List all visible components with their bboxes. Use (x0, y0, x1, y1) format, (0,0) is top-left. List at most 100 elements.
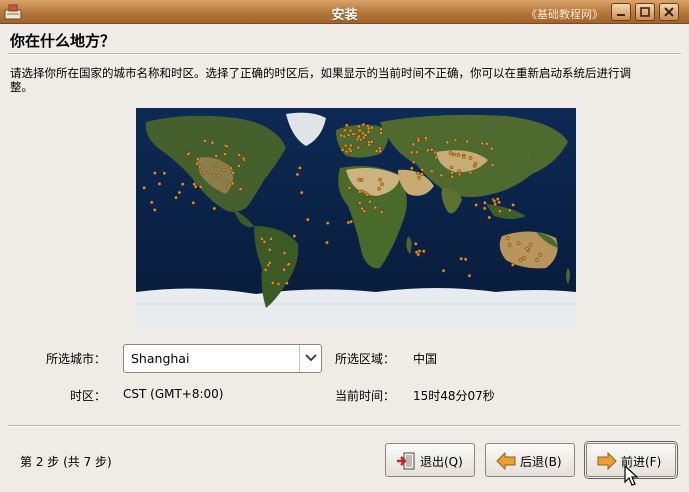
city-marker[interactable] (525, 246, 530, 251)
city-marker[interactable] (192, 182, 197, 186)
city-marker[interactable] (473, 161, 478, 166)
city-marker[interactable] (463, 257, 468, 262)
city-marker[interactable] (142, 186, 146, 190)
city-marker[interactable] (411, 160, 416, 164)
city-marker[interactable] (450, 174, 455, 179)
city-marker[interactable] (409, 150, 414, 155)
city-marker[interactable] (370, 140, 374, 144)
city-marker[interactable] (157, 182, 162, 186)
city-marker[interactable] (343, 143, 348, 148)
city-marker[interactable] (416, 171, 420, 175)
city-marker[interactable] (191, 201, 196, 205)
city-marker[interactable] (344, 123, 349, 128)
city-marker[interactable] (284, 281, 289, 285)
city-marker[interactable] (229, 166, 233, 171)
city-marker[interactable] (420, 167, 425, 172)
city-marker[interactable] (212, 206, 217, 211)
city-marker[interactable] (417, 175, 421, 180)
city-marker[interactable] (493, 202, 498, 206)
city-marker[interactable] (457, 169, 462, 174)
city-marker[interactable] (379, 127, 383, 132)
city-marker[interactable] (344, 149, 349, 154)
city-marker[interactable] (487, 215, 492, 220)
city-marker[interactable] (202, 170, 207, 175)
city-marker[interactable] (505, 236, 510, 240)
city-marker[interactable] (378, 177, 382, 182)
city-marker[interactable] (162, 171, 167, 176)
city-marker[interactable] (365, 192, 370, 197)
city-marker[interactable] (457, 172, 462, 176)
city-marker[interactable] (366, 130, 371, 134)
city-marker[interactable] (538, 252, 543, 257)
city-marker[interactable] (425, 148, 430, 153)
city-marker[interactable] (153, 171, 157, 175)
city-marker[interactable] (456, 153, 461, 157)
city-marker[interactable] (356, 134, 361, 139)
city-marker[interactable] (459, 256, 464, 261)
city-marker[interactable] (270, 281, 275, 285)
city-marker[interactable] (462, 155, 466, 159)
city-marker[interactable] (482, 206, 487, 211)
city-marker[interactable] (222, 168, 226, 172)
city-marker[interactable] (282, 251, 287, 255)
city-marker[interactable] (445, 140, 450, 145)
city-marker[interactable] (177, 190, 182, 195)
city-marker[interactable] (409, 166, 414, 171)
back-button[interactable]: 后退(B) (485, 443, 575, 477)
city-marker[interactable] (359, 178, 364, 182)
city-marker[interactable] (351, 132, 355, 136)
city-marker[interactable] (421, 249, 426, 253)
city-marker[interactable] (366, 126, 371, 131)
city-marker[interactable] (453, 138, 458, 142)
quit-button[interactable]: 退出(Q) (385, 443, 475, 477)
city-marker[interactable] (295, 172, 300, 177)
city-marker[interactable] (198, 164, 202, 169)
city-marker[interactable] (377, 146, 382, 150)
city-marker[interactable] (214, 154, 218, 158)
city-marker[interactable] (186, 152, 190, 156)
city-marker[interactable] (226, 186, 231, 190)
city-marker[interactable] (223, 152, 227, 156)
title-bar[interactable]: 安装 《基础教程网》 (0, 0, 689, 24)
city-marker[interactable] (441, 268, 446, 273)
city-marker[interactable] (380, 182, 384, 187)
city-marker[interactable] (419, 172, 424, 176)
city-marker[interactable] (378, 149, 383, 154)
city-marker[interactable] (339, 133, 343, 138)
city-marker[interactable] (480, 141, 484, 146)
city-marker[interactable] (374, 149, 379, 153)
city-marker[interactable] (467, 273, 472, 278)
city-marker[interactable] (452, 152, 456, 157)
city-marker[interactable] (434, 155, 439, 160)
city-dropdown-button[interactable] (299, 345, 321, 372)
city-marker[interactable] (489, 146, 494, 151)
world-map[interactable] (136, 108, 576, 328)
city-marker[interactable] (340, 148, 345, 152)
city-marker[interactable] (348, 128, 353, 133)
city-marker[interactable] (174, 195, 178, 200)
city-marker[interactable] (497, 209, 502, 213)
city-marker[interactable] (267, 260, 272, 265)
city-marker[interactable] (495, 197, 500, 201)
city-marker[interactable] (417, 249, 422, 253)
city-marker[interactable] (241, 156, 246, 161)
city-marker[interactable] (325, 221, 330, 225)
city-marker[interactable] (507, 243, 512, 247)
city-marker[interactable] (414, 150, 419, 155)
city-marker[interactable] (518, 257, 523, 262)
city-marker[interactable] (413, 241, 418, 246)
city-marker[interactable] (416, 252, 421, 257)
city-marker[interactable] (356, 124, 361, 129)
city-marker[interactable] (263, 267, 268, 272)
city-marker[interactable] (356, 145, 361, 150)
city-marker[interactable] (195, 161, 199, 166)
city-marker[interactable] (180, 182, 185, 186)
city-marker[interactable] (349, 219, 353, 224)
city-marker[interactable] (325, 240, 329, 245)
city-marker[interactable] (231, 171, 235, 175)
city-marker[interactable] (511, 263, 515, 267)
city-marker[interactable] (485, 142, 489, 146)
city-marker[interactable] (423, 136, 428, 140)
city-marker[interactable] (299, 190, 304, 195)
city-marker[interactable] (231, 181, 235, 186)
